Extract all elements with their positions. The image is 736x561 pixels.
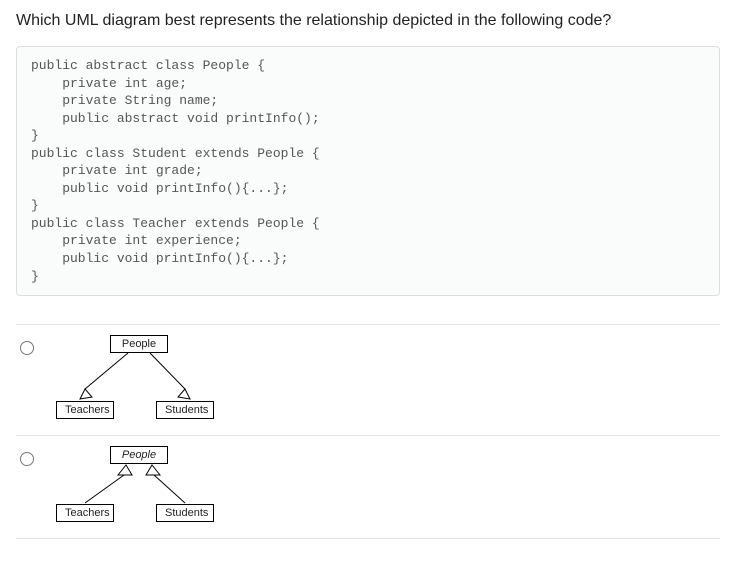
answer-option[interactable]: People Teachers Students (16, 325, 720, 435)
radio-unchecked-icon[interactable] (20, 452, 34, 466)
answer-option[interactable]: People Teachers Students (16, 436, 720, 538)
uml-lines (56, 335, 236, 421)
uml-diagram: People Teachers Students (56, 446, 236, 524)
radio-unchecked-icon[interactable] (20, 341, 34, 355)
question-text: Which UML diagram best represents the re… (16, 12, 720, 30)
uml-diagram: People Teachers Students (56, 335, 236, 421)
separator (16, 538, 720, 539)
uml-lines (56, 446, 236, 524)
code-block: public abstract class People { private i… (16, 46, 720, 296)
